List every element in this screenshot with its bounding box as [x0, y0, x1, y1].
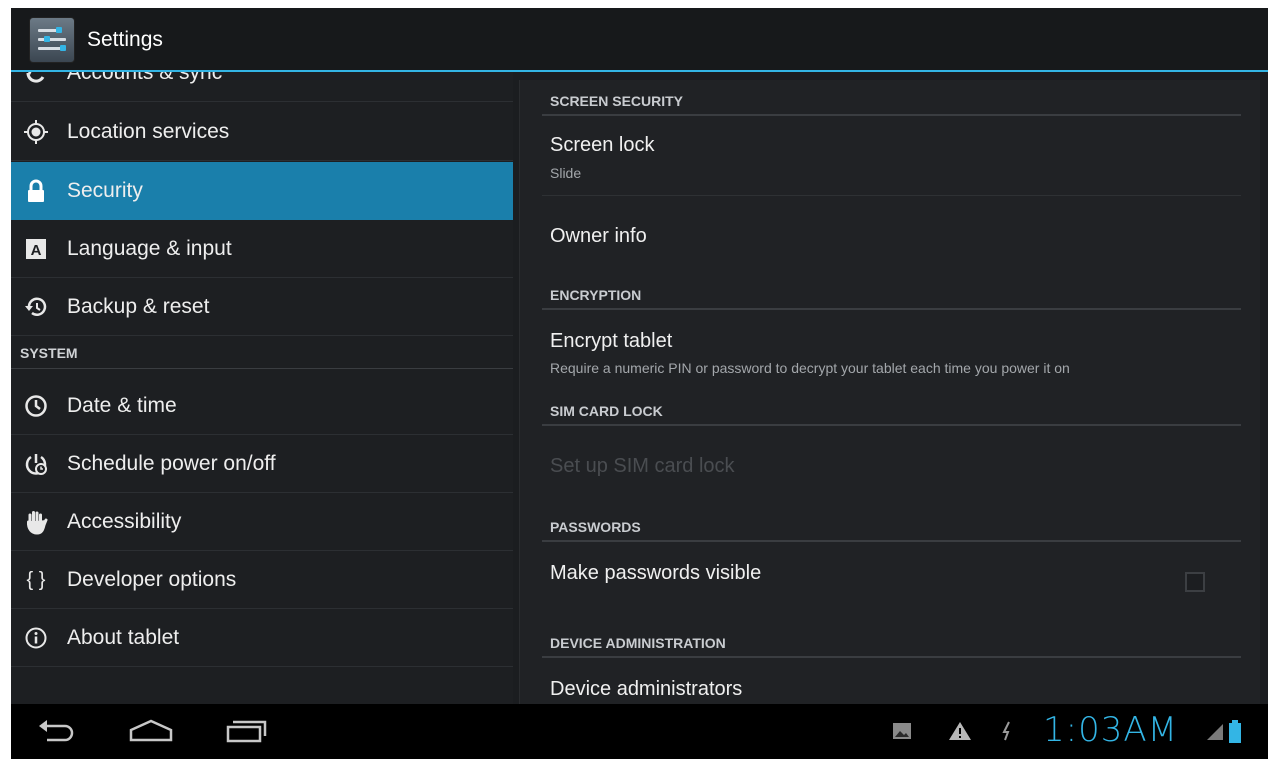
sidebar-item-label: Schedule power on/off: [67, 452, 276, 475]
signal-icon: [1205, 720, 1225, 747]
passwords-header: PASSWORDS: [542, 506, 1241, 542]
sidebar-item-location-services[interactable]: Location services: [11, 103, 513, 161]
sidebar-item-label: Backup & reset: [67, 295, 210, 318]
sidebar-item-developer-options[interactable]: { } Developer options: [11, 551, 513, 609]
section-header-label: PASSWORDS: [550, 519, 641, 535]
sidebar-item-accounts-sync[interactable]: Accounts & sync: [11, 72, 513, 102]
sidebar-item-label: Language & input: [67, 237, 232, 260]
preference-title: Set up SIM card lock: [550, 455, 735, 477]
device-administration-header: DEVICE ADMINISTRATION: [542, 622, 1241, 658]
clock-icon: [23, 393, 49, 419]
sidebar-item-language-input[interactable]: A Language & input: [11, 220, 513, 278]
preference-title: Owner info: [550, 225, 647, 247]
section-header-label: ENCRYPTION: [550, 287, 642, 303]
system-bar: 1:03AM: [11, 704, 1268, 759]
location-icon: [23, 119, 49, 145]
screen-lock-preference[interactable]: Screen lock Slide: [542, 118, 1241, 196]
battery-icon: [1228, 720, 1242, 749]
sim-card-lock-preference: Set up SIM card lock: [542, 428, 1241, 508]
app-title: Settings: [87, 28, 163, 51]
sidebar-item-date-time[interactable]: Date & time: [11, 377, 513, 435]
settings-app-icon[interactable]: [29, 17, 75, 63]
preference-summary: Slide: [550, 165, 582, 181]
section-header-label: SCREEN SECURITY: [550, 93, 684, 109]
section-header-label: DEVICE ADMINISTRATION: [550, 635, 726, 651]
gallery-notification-icon[interactable]: [891, 720, 913, 747]
sidebar-item-schedule-power[interactable]: Schedule power on/off: [11, 435, 513, 493]
braces-icon: { }: [26, 569, 46, 591]
sidebar-item-label: Security: [67, 179, 143, 202]
settings-category-list[interactable]: Accounts & sync Location services Securi…: [11, 72, 513, 704]
sidebar-item-label: Date & time: [67, 394, 177, 417]
sidebar-item-label: Location services: [67, 120, 230, 143]
encryption-header: ENCRYPTION: [542, 274, 1241, 310]
system-section-header: SYSTEM: [11, 337, 513, 369]
hand-icon: [23, 509, 49, 535]
info-icon: [23, 625, 49, 651]
screen-security-header: SCREEN SECURITY: [542, 80, 1241, 116]
section-header-label: SYSTEM: [20, 345, 78, 361]
sidebar-item-label: Accessibility: [67, 510, 182, 533]
section-header-label: SIM CARD LOCK: [550, 403, 663, 419]
sidebar-item-label: Accounts & sync: [67, 72, 223, 84]
sync-icon: [23, 72, 49, 86]
recent-apps-icon[interactable]: [225, 718, 269, 749]
svg-text:A: A: [31, 242, 42, 259]
sidebar-item-backup-reset[interactable]: Backup & reset: [11, 278, 513, 336]
tablet-screen: Settings Accounts & sync Location servic…: [11, 8, 1268, 759]
make-passwords-visible-preference[interactable]: Make passwords visible: [542, 544, 1241, 624]
make-passwords-visible-checkbox[interactable]: [1185, 572, 1205, 592]
preference-title: Encrypt tablet: [550, 330, 673, 352]
sidebar-item-label: Developer options: [67, 568, 237, 591]
sidebar-item-accessibility[interactable]: Accessibility: [11, 493, 513, 551]
keyboard-language-icon: A: [23, 236, 49, 262]
preference-title: Device administrators: [550, 678, 743, 700]
owner-info-preference[interactable]: Owner info: [542, 196, 1241, 278]
sim-card-lock-header: SIM CARD LOCK: [542, 390, 1241, 426]
lock-icon: [23, 178, 49, 204]
backup-restore-icon: [23, 294, 49, 320]
sidebar-item-about-tablet[interactable]: About tablet: [11, 609, 513, 667]
home-icon[interactable]: [127, 718, 175, 749]
encrypt-tablet-preference[interactable]: Encrypt tablet Require a numeric PIN or …: [542, 312, 1241, 392]
warning-icon[interactable]: [948, 720, 972, 747]
preference-summary: Require a numeric PIN or password to dec…: [550, 360, 1070, 376]
security-settings-pane[interactable]: SCREEN SECURITY Screen lock Slide Owner …: [519, 80, 1260, 704]
back-icon[interactable]: [37, 718, 77, 749]
usb-debugging-icon[interactable]: [999, 720, 1015, 747]
device-administrators-preference[interactable]: Device administrators: [542, 660, 1241, 704]
status-clock: 1:03AM: [1043, 710, 1178, 750]
preference-title: Make passwords visible: [550, 562, 762, 584]
sidebar-item-security[interactable]: Security: [11, 162, 513, 220]
action-bar: Settings: [11, 8, 1268, 72]
preference-title: Screen lock: [550, 134, 655, 156]
schedule-power-icon: [23, 451, 49, 477]
sidebar-item-label: About tablet: [67, 626, 180, 649]
